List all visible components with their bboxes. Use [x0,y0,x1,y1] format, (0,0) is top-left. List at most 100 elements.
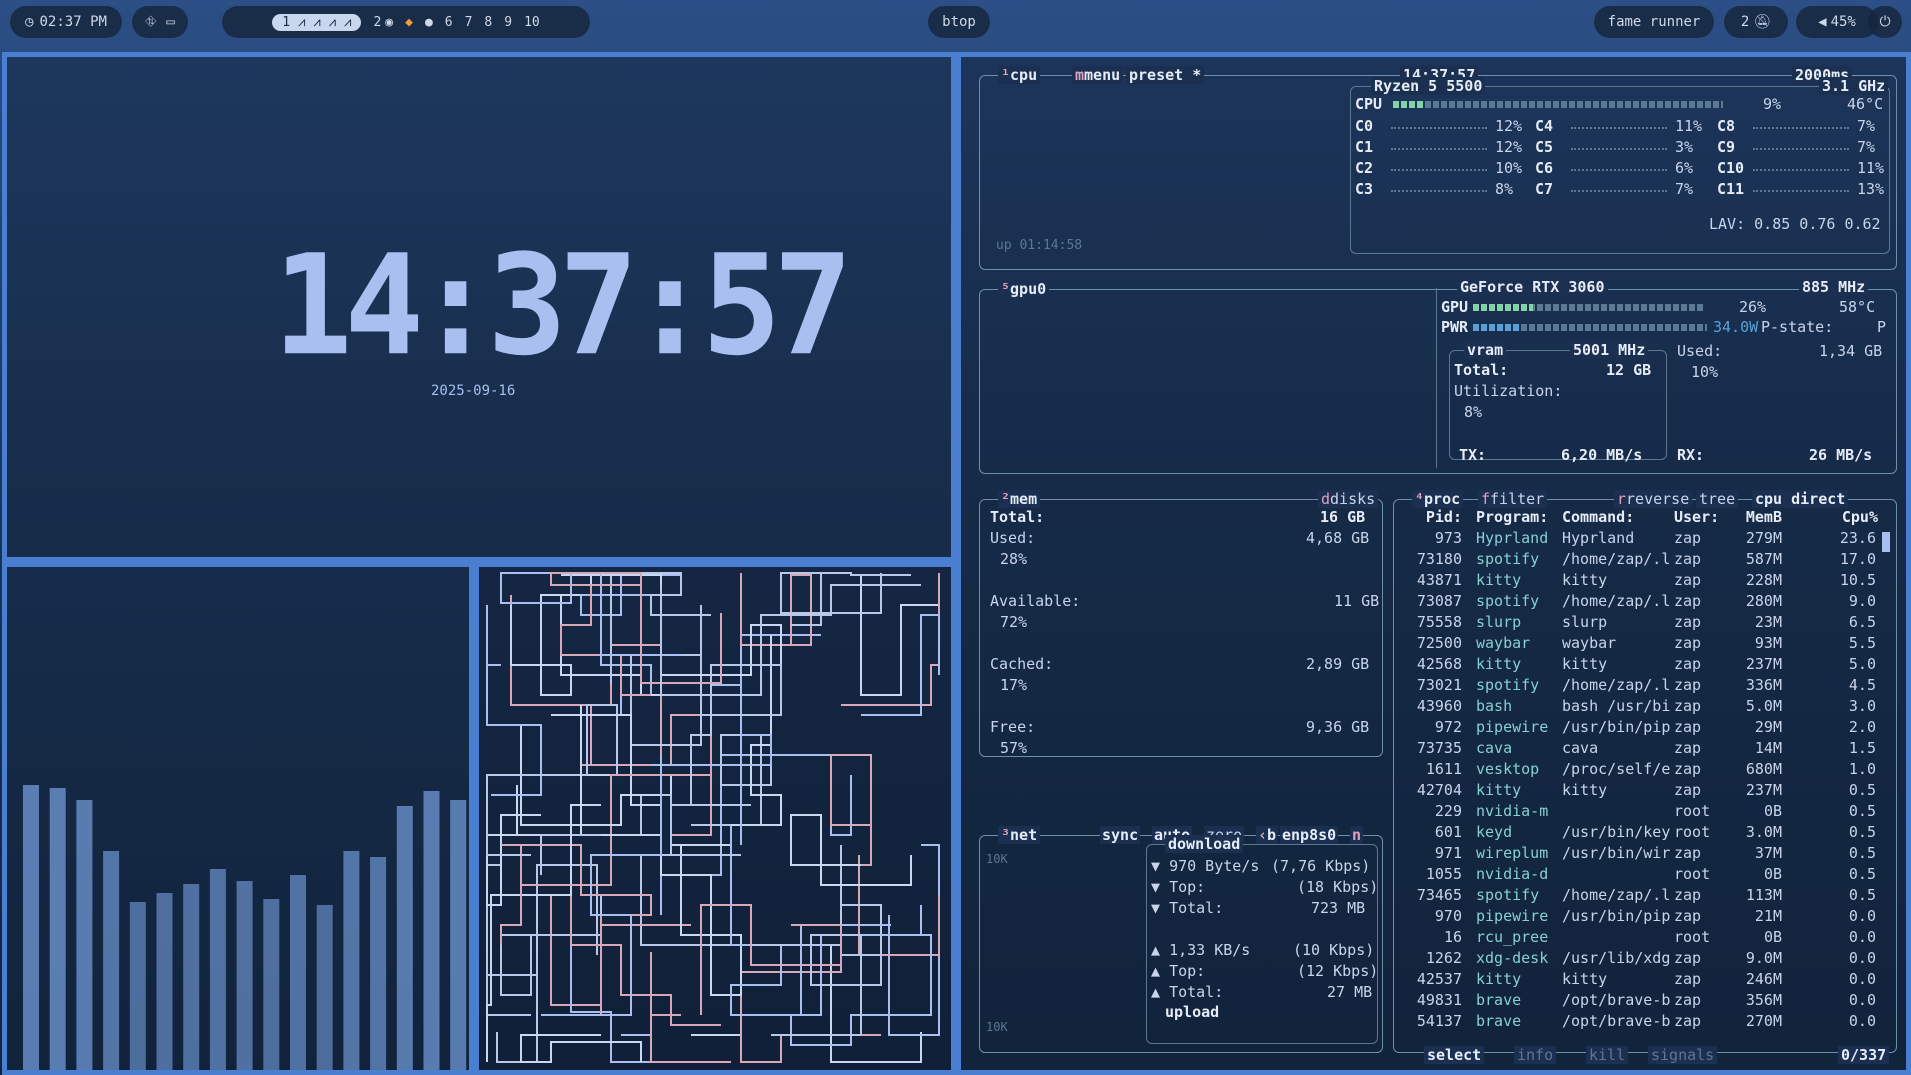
disks-title[interactable]: ddisks [1318,490,1379,508]
proc-mem: 9.0M [1745,949,1782,967]
proc-mem: 237M [1745,781,1782,799]
proc-sort[interactable]: cpu direct [1752,490,1849,508]
core-meter [1571,167,1667,171]
proc-program: kitty [1476,970,1522,988]
gpu-title[interactable]: ⁵gpu0 [998,280,1050,298]
cpu-title[interactable]: ¹cpu [998,66,1041,84]
table-row[interactable]: 1055 nvidia-d root 0B 0.5 [1394,865,1896,886]
table-row[interactable]: 54137 brave/opt/brave-b zap 270M 0.0 [1394,1012,1896,1033]
proc-reverse[interactable]: rreverse [1614,490,1693,508]
clock-widget[interactable]: ◷ 02:37 PM [10,6,122,38]
net-sync[interactable]: sync [1100,826,1141,844]
notification-widget[interactable]: 2 🔕︎ [1724,6,1788,38]
workspace-9[interactable]: 9 [504,15,512,30]
table-row[interactable]: 72500 waybar waybar zap 93M 5.5 [1394,634,1896,655]
clock-icon: ◷ [25,14,34,30]
table-row[interactable]: 42537 kitty kitty zap 246M 0.0 [1394,970,1896,991]
workspace-7[interactable]: 7 [465,15,473,30]
proc-mem: 680M [1745,760,1782,778]
proc-pid: 16 [1443,928,1462,946]
table-row[interactable]: 75558 slurp slurp zap 23M 6.5 [1394,613,1896,634]
monitor-icon[interactable]: ▭ [166,14,174,30]
tray-widget[interactable]: ⛗ ▭ [132,6,188,38]
visualizer-bar [76,800,93,1070]
cpu-freq: 3.1 GHz [1819,77,1889,95]
volume-widget[interactable]: ◀ 45% [1796,6,1878,38]
proc-title[interactable]: ⁴proc [1412,490,1464,508]
core-pct: 13% [1857,180,1885,198]
cpu-preset[interactable]: preset * [1126,66,1205,84]
table-row[interactable]: 1611 vesktop/proc/self/e zap 680M 1.0 [1394,760,1896,781]
table-row[interactable]: 49831 brave/opt/brave-b zap 356M 0.0 [1394,991,1896,1012]
table-row[interactable]: 73180 spotify/home/zap/.l zap 587M 17.0 [1394,550,1896,571]
proc-command: bash /usr/bi [1562,697,1671,715]
proc-cpu: Cpu% [1841,508,1878,526]
table-row[interactable]: 73465 spotify/home/zap/.l zap 113M 0.5 [1394,886,1896,907]
pipe-segment [501,844,652,1015]
net-prev[interactable]: ‹b [1256,826,1279,844]
proc-select[interactable]: select [1424,1046,1485,1064]
table-row[interactable]: 73021 spotify/home/zap/.l zap 336M 4.5 [1394,676,1896,697]
cpu-model: Ryzen 5 5500 [1371,77,1486,95]
table-row[interactable]: 1262 xdg-desk/usr/lib/xdg zap 9.0M 0.0 [1394,949,1896,970]
table-row[interactable]: 601 keyd/usr/bin/key root 3.0M 0.5 [1394,823,1896,844]
mem-title[interactable]: ²mem [998,490,1041,508]
app-icon: ⩘ [344,14,352,30]
net-title[interactable]: ³net [998,826,1041,844]
proc-pid: 73087 [1416,592,1462,610]
power-button[interactable]: ⏻ [1868,6,1902,38]
proc-user: zap [1674,886,1702,904]
table-row[interactable]: 229 nvidia-m root 0B 0.5 [1394,802,1896,823]
proc-program: slurp [1476,613,1522,631]
proc-mem: 0B [1763,928,1782,946]
core-label: C5 [1535,138,1554,156]
table-row[interactable]: 973 Hyprland Hyprland zap 279M 23.6 [1394,529,1896,550]
proc-program: Program: [1476,508,1549,526]
pipes-animation [486,572,940,1063]
pipe-segment [731,635,782,826]
workspace-active[interactable]: 1 ⩘ ⩘ ⩘ ⩘ [272,13,362,31]
proc-command: kitty [1562,970,1608,988]
proc-command: Command: [1562,508,1635,526]
table-row[interactable]: 42704 kitty kitty zap 237M 0.5 [1394,781,1896,802]
proc-info[interactable]: info [1514,1046,1557,1064]
proc-command: cava [1562,739,1599,757]
table-row[interactable]: 971 wireplum/usr/bin/wir zap 37M 0.5 [1394,844,1896,865]
proc-mem: 5.0M [1745,697,1782,715]
proc-command: kitty [1562,571,1608,589]
workspace-6[interactable]: 6 [445,15,453,30]
core-pct: 7% [1857,117,1876,135]
table-row[interactable]: 43871 kitty kitty zap 228M 10.5 [1394,571,1896,592]
proc-filter[interactable]: ffilter [1478,490,1548,508]
table-row[interactable]: 73087 spotify/home/zap/.l zap 280M 9.0 [1394,592,1896,613]
proc-program: keyd [1476,823,1513,841]
workspace-10[interactable]: 10 [524,15,540,30]
proc-program: nvidia-m [1476,802,1549,820]
table-row[interactable]: 972 pipewire/usr/bin/pip zap 29M 2.0 [1394,718,1896,739]
bar-time: 02:37 PM [39,14,107,30]
table-row[interactable]: 970 pipewire/usr/bin/pip zap 21M 0.0 [1394,907,1896,928]
proc-signals[interactable]: signals [1648,1046,1718,1064]
cpu-menu[interactable]: mmenu [1072,66,1124,84]
table-row[interactable]: 43960 bash bash /usr/bi zap 5.0M 3.0 [1394,697,1896,718]
workspace-2[interactable]: 2 [373,15,381,30]
proc-program: cava [1476,739,1513,757]
proc-pid: 43960 [1416,697,1462,715]
music-widget[interactable]: fame runner [1594,6,1714,38]
proc-mem: 336M [1745,676,1782,694]
proc-kill[interactable]: kill [1586,1046,1629,1064]
workspace-8[interactable]: 8 [484,15,492,30]
proc-scrollbar[interactable] [1882,532,1890,552]
proc-cpu: 17.0 [1839,550,1876,568]
core-pct: 10% [1495,159,1523,177]
table-row[interactable]: 42568 kitty kitty zap 237M 5.0 [1394,655,1896,676]
proc-program: waybar [1476,634,1531,652]
net-next[interactable]: n [1350,826,1364,844]
network-icon[interactable]: ⛗ [145,14,156,30]
core-pct: 11% [1675,117,1703,135]
table-row[interactable]: 16 rcu_pree root 0B 0.0 [1394,928,1896,949]
net-detail: download ▼ 970 Byte/s (7,76 Kbps) ▼ Top:… [1146,835,1378,1044]
table-row[interactable]: 73735 cava cava zap 14M 1.5 [1394,739,1896,760]
proc-user: zap [1674,676,1702,694]
proc-tree[interactable]: tree [1696,490,1739,508]
